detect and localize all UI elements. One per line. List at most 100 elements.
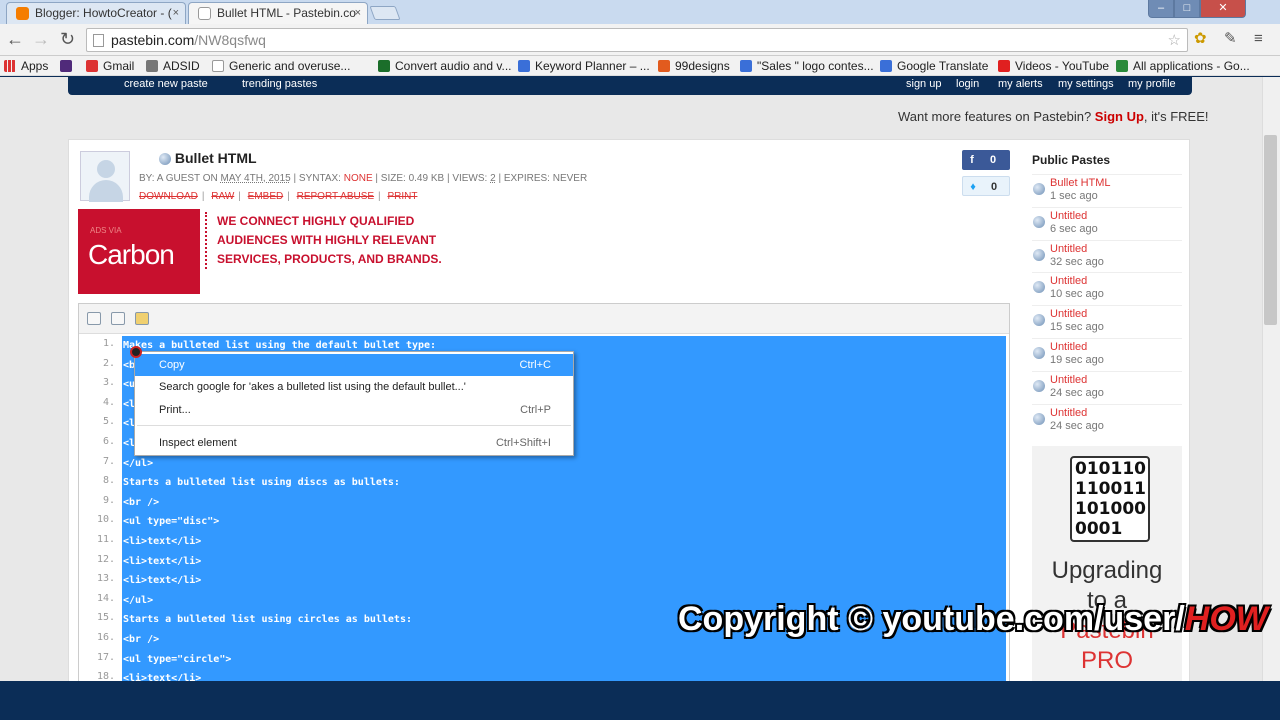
public-paste-item[interactable]: Untitled 24 sec ago [1032, 403, 1182, 437]
paste-meta: BY: A GUEST ON MAY 4TH, 2015 | SYNTAX: N… [139, 173, 588, 184]
bookmark-convert[interactable]: Convert audio and v... [378, 58, 512, 74]
code-line[interactable]: <br /> [123, 497, 159, 508]
code-line[interactable]: Starts a bulleted list using discs as bu… [123, 477, 400, 488]
view-source-icon[interactable] [111, 312, 125, 325]
code-line[interactable]: <li>text</li> [123, 673, 201, 681]
paste-age: 24 sec ago [1050, 419, 1104, 432]
menu-item-inspect-element[interactable]: Inspect element Ctrl+Shift+I [135, 432, 573, 454]
forward-icon[interactable]: → [32, 29, 50, 49]
menu-item-copy[interactable]: Copy Ctrl+C [135, 354, 573, 376]
download-link[interactable]: DOWNLOAD [139, 191, 198, 202]
paste-link[interactable]: Untitled [1050, 308, 1087, 320]
pastebin-icon [198, 7, 211, 20]
ad-text[interactable]: WE CONNECT HIGHLY QUALIFIED AUDIENCES WI… [205, 212, 455, 269]
paste-link[interactable]: Untitled [1050, 210, 1087, 222]
paste-link[interactable]: Untitled [1050, 275, 1087, 287]
paste-link[interactable]: Bullet HTML [1050, 177, 1111, 189]
line-number: 11. [96, 534, 115, 545]
tab-pastebin[interactable]: Bullet HTML - Pastebin.co × [188, 2, 368, 25]
back-icon[interactable]: ← [6, 29, 24, 49]
facebook-share-button[interactable]: f0 [962, 150, 1010, 170]
copy-clipboard-icon[interactable] [135, 312, 149, 325]
bookmark-keyword-planner[interactable]: Keyword Planner – ... [518, 58, 650, 74]
close-tab-icon[interactable]: × [173, 3, 179, 23]
scrollbar-thumb[interactable] [1264, 135, 1277, 325]
reload-icon[interactable]: ↻ [60, 29, 75, 49]
tab-blogger[interactable]: Blogger: HowtoCreator - ( × [6, 2, 186, 24]
globe-icon [1033, 183, 1045, 195]
bookmark-star-icon[interactable]: ☆ [1168, 31, 1181, 49]
nav-my-profile[interactable]: my profile [1128, 78, 1176, 90]
bookmark-sales-logo[interactable]: "Sales " logo contes... [740, 58, 874, 74]
code-line[interactable]: <ul type="circle"> [123, 654, 231, 665]
line-number: 15. [96, 612, 115, 624]
public-paste-item[interactable]: Untitled 15 sec ago [1032, 305, 1182, 338]
public-paste-item[interactable]: Untitled 6 sec ago [1032, 206, 1182, 240]
twitter-share-button[interactable]: ♦ 0 [962, 176, 1010, 196]
maximize-button[interactable]: □ [1174, 0, 1200, 18]
report-abuse-link[interactable]: REPORT ABUSE [297, 191, 374, 202]
embed-link[interactable]: EMBED [248, 191, 284, 202]
adwords-icon [518, 60, 530, 72]
public-paste-item[interactable]: Untitled 10 sec ago [1032, 272, 1182, 305]
paste-link[interactable]: Untitled [1050, 407, 1087, 419]
code-line[interactable]: </ul> [123, 595, 153, 606]
bookmark-mail[interactable] [60, 58, 77, 74]
nav-trending-pastes[interactable]: trending pastes [242, 78, 317, 90]
nav-sign-up[interactable]: sign up [906, 78, 941, 90]
eyedropper-icon[interactable]: ✎ [1224, 30, 1237, 48]
code-line[interactable]: Makes a bulleted list using the default … [123, 340, 436, 351]
paste-age: 10 sec ago [1050, 288, 1104, 301]
context-menu: Copy Ctrl+C Search google for 'akes a bul… [134, 351, 574, 456]
code-line[interactable]: <ul type="disc"> [123, 516, 219, 527]
menu-divider [137, 425, 571, 426]
new-tab-button[interactable] [369, 6, 401, 20]
paste-link[interactable]: Untitled [1050, 341, 1087, 353]
close-window-button[interactable]: ✕ [1200, 0, 1246, 18]
bottom-bar [0, 681, 1280, 720]
play-store-icon [1116, 60, 1128, 72]
tab-label: Bullet HTML - Pastebin.co [217, 6, 356, 20]
public-paste-item[interactable]: Untitled 24 sec ago [1032, 370, 1182, 404]
bookmark-adsid[interactable]: ADSID [146, 58, 200, 74]
paste-link[interactable]: Untitled [1050, 374, 1087, 386]
bookmark-google-translate[interactable]: Google Translate [880, 58, 988, 74]
nav-create-new-paste[interactable]: create new paste [124, 78, 208, 90]
bookmark-generic[interactable]: Generic and overuse... [212, 58, 350, 74]
code-line[interactable]: Starts a bulleted list using circles as … [123, 614, 412, 625]
print-link[interactable]: PRINT [387, 191, 417, 202]
line-number: 18. [96, 671, 115, 681]
public-pastes-heading: Public Pastes [1032, 153, 1111, 167]
bookmark-apps[interactable]: Apps [4, 58, 48, 74]
address-bar[interactable]: pastebin.com/NW8qsfwq ☆ [86, 28, 1188, 52]
code-line[interactable]: <li>text</li> [123, 575, 201, 586]
menu-item-search-google[interactable]: Search google for 'akes a bulleted list … [135, 376, 573, 398]
pro-upgrade-ad[interactable]: 010110 110011 101000 0001 Upgrading to a Pa… [1032, 446, 1182, 681]
bookmark-youtube[interactable]: Videos - YouTube [998, 58, 1109, 74]
signup-link[interactable]: Sign Up [1095, 109, 1144, 124]
bookmark-all-applications[interactable]: All applications - Go... [1116, 58, 1250, 74]
raw-link[interactable]: RAW [211, 191, 234, 202]
globe-icon [1033, 281, 1045, 294]
close-tab-icon[interactable]: × [355, 3, 361, 23]
code-line[interactable]: <br /> [123, 634, 159, 645]
bookmark-gmail[interactable]: Gmail [86, 58, 134, 74]
nav-login[interactable]: login [956, 78, 979, 90]
menu-icon[interactable]: ≡ [1254, 30, 1263, 48]
carbon-ad-logo[interactable]: ADS VIA Carbon [78, 209, 200, 294]
code-line[interactable]: <li>text</li> [123, 556, 201, 567]
public-paste-item[interactable]: Untitled 19 sec ago [1032, 338, 1182, 371]
code-line[interactable]: </ul> [123, 458, 153, 469]
public-paste-item[interactable]: Untitled 32 sec ago [1032, 239, 1182, 273]
extension-icon[interactable]: ✿ [1194, 30, 1207, 48]
toggle-line-numbers-icon[interactable] [87, 312, 101, 325]
bookmarks-bar: Apps Gmail ADSID Generic and overuse... … [0, 56, 1280, 76]
bookmark-99designs[interactable]: 99designs [658, 58, 730, 74]
nav-my-settings[interactable]: my settings [1058, 78, 1114, 90]
paste-link[interactable]: Untitled [1050, 243, 1087, 255]
public-paste-item[interactable]: Bullet HTML 1 sec ago [1032, 174, 1182, 207]
menu-item-print[interactable]: Print... Ctrl+P [135, 399, 573, 421]
nav-my-alerts[interactable]: my alerts [998, 78, 1043, 90]
code-line[interactable]: <li>text</li> [123, 536, 201, 547]
minimize-button[interactable]: – [1148, 0, 1174, 18]
